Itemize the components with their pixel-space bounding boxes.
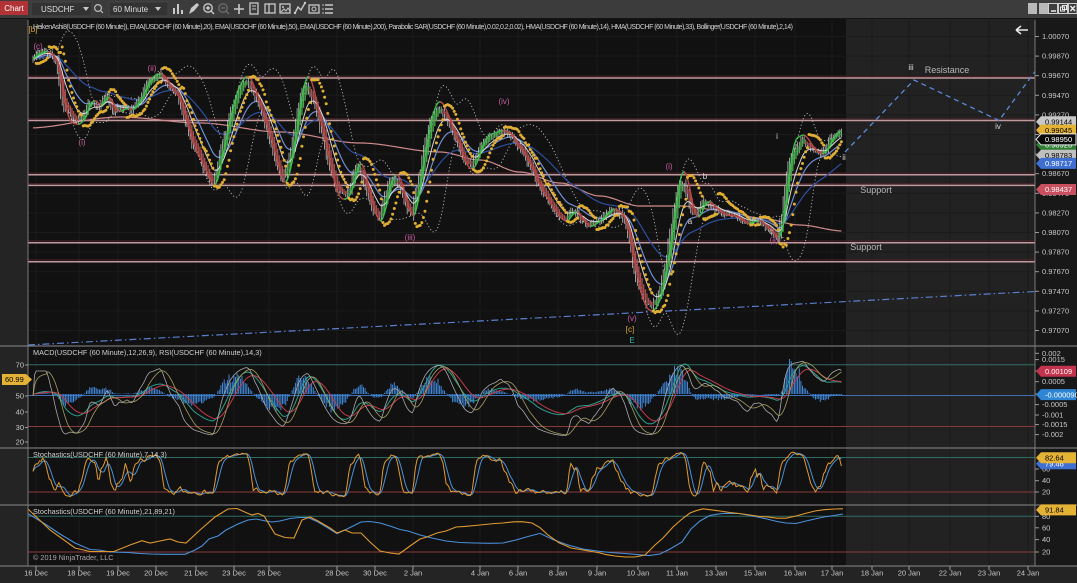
svg-text:iv: iv (995, 122, 1001, 131)
svg-text:2 Jan: 2 Jan (404, 569, 422, 578)
svg-text:E: E (629, 336, 634, 345)
svg-text:0.98670: 0.98670 (1042, 169, 1069, 178)
svg-text:16 Jan: 16 Jan (784, 569, 807, 578)
svg-text:© 2019 NinjaTrader, LLC: © 2019 NinjaTrader, LLC (33, 553, 114, 562)
svg-text:Stochastics(USDCHF (60 Minute): Stochastics(USDCHF (60 Minute),21,89,21) (33, 507, 175, 516)
svg-text:26 Dec: 26 Dec (257, 569, 281, 578)
svg-text:4 Jan: 4 Jan (471, 569, 489, 578)
svg-text:-0.0000901: -0.0000901 (1045, 390, 1077, 399)
svg-text:20: 20 (16, 438, 24, 447)
svg-text:1.00070: 1.00070 (1042, 32, 1069, 41)
svg-text:iii: iii (908, 63, 914, 72)
svg-text:15 Jan: 15 Jan (744, 569, 767, 578)
svg-text:b: b (703, 172, 708, 181)
svg-text:11 Jan: 11 Jan (666, 569, 688, 578)
svg-text:HeikenAshi8(USDCHF (60 Minute): HeikenAshi8(USDCHF (60 Minute)), EMA(USD… (33, 24, 793, 31)
svg-text:Stochastics(USDCHF (60 Minute): Stochastics(USDCHF (60 Minute),7,14,3) (33, 450, 167, 459)
svg-text:60: 60 (1042, 523, 1050, 532)
svg-text:16 Dec: 16 Dec (24, 569, 48, 578)
svg-text:19 Dec: 19 Dec (106, 569, 130, 578)
svg-text:40: 40 (1042, 476, 1050, 485)
svg-text:Support: Support (850, 242, 882, 252)
svg-text:18 Dec: 18 Dec (67, 569, 91, 578)
svg-text:60 Minute: 60 Minute (113, 5, 149, 14)
svg-text:0.97270: 0.97270 (1042, 306, 1069, 315)
svg-text:8 Jan: 8 Jan (549, 569, 567, 578)
svg-text:30 Dec: 30 Dec (363, 569, 387, 578)
svg-text:Support: Support (860, 185, 892, 195)
svg-text:40: 40 (1042, 535, 1050, 544)
svg-text:0.98070: 0.98070 (1042, 228, 1069, 237)
svg-text:9 Jan: 9 Jan (588, 569, 606, 578)
svg-text:0.97670: 0.97670 (1042, 267, 1069, 276)
svg-text:-0.0015: -0.0015 (1042, 420, 1067, 429)
svg-text:22 Jan: 22 Jan (939, 569, 962, 578)
svg-text:0.97870: 0.97870 (1042, 248, 1069, 257)
svg-text:21 Dec: 21 Dec (184, 569, 208, 578)
svg-text:MACD(USDCHF (60 Minute),12,26,: MACD(USDCHF (60 Minute),12,26,9), RSI(US… (33, 348, 262, 357)
svg-text:0.99670: 0.99670 (1042, 71, 1069, 80)
svg-text:(i): (i) (78, 138, 85, 147)
svg-text:50: 50 (16, 392, 24, 401)
svg-text:20 Jan: 20 Jan (898, 569, 921, 578)
svg-text:Chart: Chart (4, 4, 24, 13)
svg-text:40: 40 (16, 408, 24, 417)
svg-text:20 Dec: 20 Dec (144, 569, 168, 578)
svg-text:-0.0005: -0.0005 (1042, 400, 1067, 409)
svg-text:(i): (i) (665, 162, 672, 171)
svg-text:82.64: 82.64 (1045, 453, 1064, 462)
svg-text:60.99: 60.99 (5, 375, 24, 384)
svg-text:Resistance: Resistance (925, 65, 970, 75)
svg-text:0.97070: 0.97070 (1042, 326, 1069, 335)
svg-text:23 Jan: 23 Jan (978, 569, 1001, 578)
svg-text:30: 30 (16, 423, 24, 432)
svg-text:[c]: [c] (626, 325, 634, 334)
svg-text:0.0015: 0.0015 (1042, 355, 1065, 364)
svg-text:0.98270: 0.98270 (1042, 208, 1069, 217)
svg-text:0.99470: 0.99470 (1042, 91, 1069, 100)
svg-text:91.84: 91.84 (1045, 506, 1064, 515)
svg-text:(c): (c) (33, 42, 43, 51)
svg-text:6 Jan: 6 Jan (509, 569, 527, 578)
svg-text:(ii): (ii) (148, 64, 157, 73)
svg-text:USDCHF: USDCHF (41, 5, 74, 14)
svg-text:20: 20 (1042, 548, 1050, 557)
svg-text:13 Jan: 13 Jan (705, 569, 728, 578)
svg-text:23 Dec: 23 Dec (222, 569, 246, 578)
svg-text:0.98950: 0.98950 (1045, 135, 1072, 144)
svg-text:(ii): (ii) (770, 236, 779, 245)
svg-text:a: a (688, 217, 693, 226)
svg-text:0.98437: 0.98437 (1045, 185, 1072, 194)
svg-text:(iv): (iv) (498, 97, 509, 106)
svg-text:-0.002: -0.002 (1042, 430, 1063, 439)
svg-text:17 Jan: 17 Jan (821, 569, 844, 578)
svg-text:28 Dec: 28 Dec (325, 569, 349, 578)
svg-text:-0.001: -0.001 (1042, 411, 1063, 420)
svg-text:0.0005: 0.0005 (1042, 377, 1065, 386)
svg-text:18 Jan: 18 Jan (861, 569, 884, 578)
svg-text:ii: ii (842, 153, 846, 162)
svg-text:0.97470: 0.97470 (1042, 287, 1069, 296)
svg-text:(v): (v) (627, 314, 637, 323)
svg-text:24 Jan: 24 Jan (1017, 569, 1040, 578)
svg-text:10 Jan: 10 Jan (627, 569, 650, 578)
svg-text:70: 70 (16, 361, 24, 370)
svg-text:0.98717: 0.98717 (1045, 159, 1072, 168)
svg-text:0.99870: 0.99870 (1042, 52, 1069, 61)
svg-text:c: c (769, 227, 773, 236)
svg-text:i: i (776, 132, 778, 141)
svg-text:(iii): (iii) (405, 233, 416, 242)
svg-text:0.00109: 0.00109 (1045, 367, 1072, 376)
svg-text:20: 20 (1042, 488, 1050, 497)
